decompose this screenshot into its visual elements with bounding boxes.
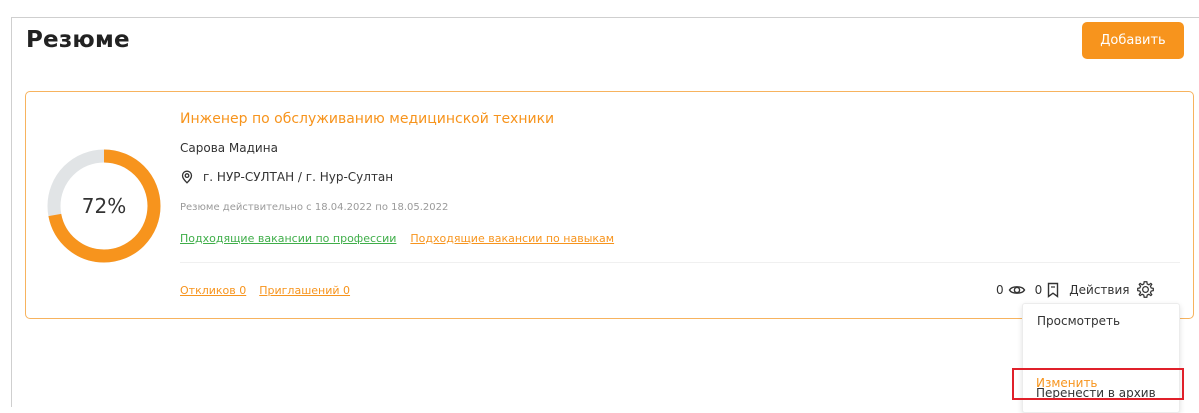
location-pin-icon <box>181 170 193 184</box>
saved-count: 0 <box>1034 282 1043 297</box>
vacancies-by-skills-link[interactable]: Подходящие вакансии по навыкам <box>410 232 614 245</box>
page-title: Резюме <box>26 27 130 53</box>
matching-vacancy-links: Подходящие вакансии по профессии Подходя… <box>180 232 614 245</box>
resume-job-title[interactable]: Инженер по обслуживанию медицинской техн… <box>180 111 554 127</box>
eye-icon <box>1008 285 1025 294</box>
location-text: г. НУР-СУЛТАН / г. Нур-Султан <box>203 170 394 184</box>
invitations-link[interactable]: Приглашений 0 <box>259 284 350 297</box>
views-count: 0 <box>996 282 1004 297</box>
actions-label[interactable]: Действия <box>1069 283 1129 297</box>
response-stats: Откликов 0 Приглашений 0 <box>180 284 350 297</box>
add-resume-button[interactable]: Добавить <box>1082 22 1184 59</box>
menu-item-view[interactable]: Просмотреть <box>1037 314 1120 328</box>
bookmark-icon <box>1048 282 1059 298</box>
completion-percent: 72% <box>81 194 127 218</box>
edit-highlight-box <box>1012 368 1184 400</box>
vacancies-by-profession-link[interactable]: Подходящие вакансии по профессии <box>180 232 396 245</box>
candidate-location: г. НУР-СУЛТАН / г. Нур-Султан <box>180 170 393 184</box>
page-frame-top <box>11 17 1199 18</box>
resume-counters: 0 0 Действия <box>996 280 1155 299</box>
card-divider <box>180 262 1180 263</box>
responses-link[interactable]: Откликов 0 <box>180 284 246 297</box>
page-frame-left <box>11 17 12 407</box>
candidate-name: Сарова Мадина <box>180 141 278 155</box>
gear-icon[interactable] <box>1136 280 1155 299</box>
resume-validity: Резюме действительно с 18.04.2022 по 18.… <box>180 202 449 213</box>
